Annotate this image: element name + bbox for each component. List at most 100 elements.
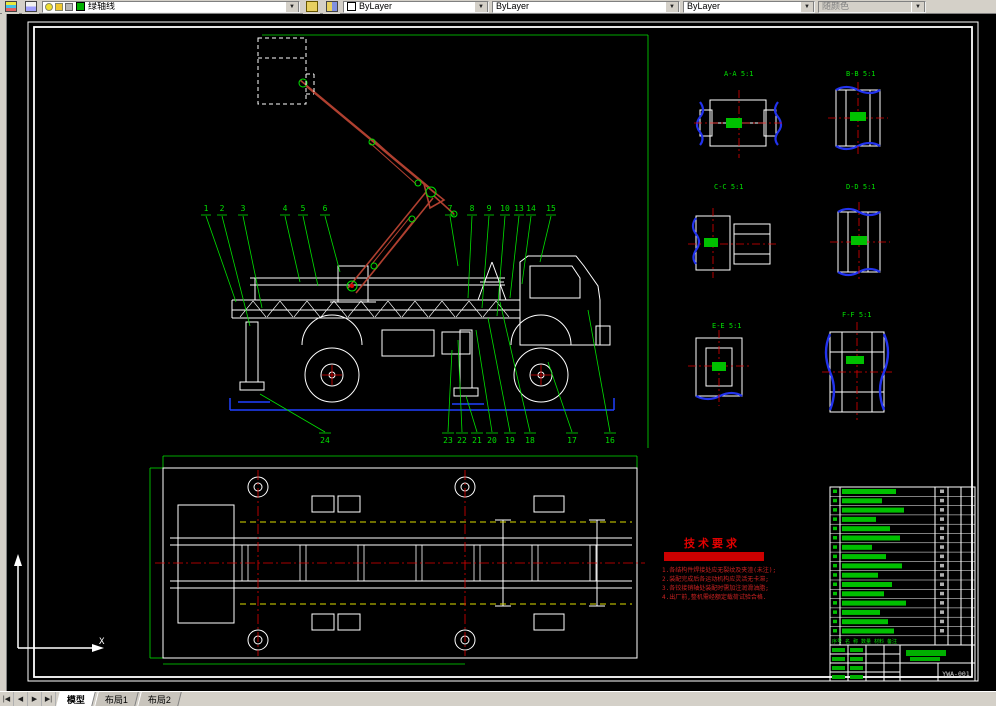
section-view-ee: E-E 5:1 [688,322,750,406]
svg-text:15: 15 [546,204,556,213]
callouts-bottom: 24 23 22 21 20 19 18 17 16 [259,301,616,445]
plotstyle-combo: 随颜色 ▼ [818,0,926,13]
tech-line-1: 1.各结构件焊接处应无裂纹及夹渣(未注); [662,566,776,574]
svg-text:5: 5 [301,204,306,213]
layer-freeze-icon [55,2,63,11]
color-swatch [347,2,356,11]
section-label-ff: F-F 5:1 [842,311,872,319]
layer-sheet-icon [24,1,37,12]
tech-underline-bar [664,552,764,561]
bom-grid [830,489,975,637]
drawing-canvas[interactable]: X 1 2 3 4 5 6 7 8 9 10 13 14 15 24 23 22… [0,14,996,691]
lineweight-combo-arrow-icon[interactable]: ▼ [800,1,814,12]
linetype-combo-value: ByLayer [496,1,530,12]
ground-lines [229,398,615,411]
section-label-dd: D-D 5:1 [846,183,876,191]
section-view-aa: A-A 5:1 [694,70,784,158]
layer-combo-arrow-icon[interactable]: ▼ [285,1,299,12]
layer-states-icon[interactable] [22,0,39,14]
dimension-lines [149,34,649,665]
lineweight-combo[interactable]: ByLayer ▼ [683,0,815,13]
layer-lock-icon [65,2,73,11]
tech-title: 技术要求 [684,536,740,550]
plotstyle-combo-arrow-icon: ▼ [911,1,925,12]
tab-layout1[interactable]: 布局1 [94,692,139,706]
section-label-ee: E-E 5:1 [712,322,742,330]
plotstyle-combo-value: 随颜色 [822,1,850,12]
cad-application: 绿轴线 ▼ ByLayer ▼ ByLayer ▼ ByLayer ▼ 随颜色 … [0,0,996,706]
bom-table: 序号 名 称 数量 材料 备注 [829,486,976,646]
section-view-bb: B-B 5:1 [828,70,888,156]
color-combo-value: ByLayer [359,1,393,12]
section-label-bb: B-B 5:1 [846,70,876,78]
drawing-number: YWA-001 [942,670,969,678]
previous-layer-icon [325,1,338,12]
svg-text:4: 4 [283,204,288,213]
section-label-aa: A-A 5:1 [724,70,754,78]
layer-properties-icon[interactable] [2,0,19,14]
layout-tab-bar: |◀ ◀ ▶ ▶| 模型 布局1 布局2 [0,691,996,706]
section-view-dd: D-D 5:1 [830,183,890,282]
linetype-combo[interactable]: ByLayer ▼ [492,0,680,13]
tab-model-label: 模型 [67,694,86,705]
tech-line-4: 4.出厂前,整机需经额定载荷试验合格. [662,593,766,601]
tech-line-2: 2.装配完成后各运动机构应灵活无卡滞; [662,575,769,583]
layer-combo-value: 绿轴线 [88,1,116,12]
svg-text:2: 2 [220,204,225,213]
tech-line-3: 3.各铰接销轴处装配时需加注润滑油脂; [662,584,769,592]
svg-text:3: 3 [241,204,246,213]
current-layer-icon [305,1,318,12]
layer-previous-icon[interactable] [323,0,340,14]
ucs-x-label: X [99,637,105,647]
section-view-cc: C-C 5:1 [688,183,778,278]
truck-plan-view [155,467,645,659]
svg-text:24: 24 [320,436,330,445]
svg-text:6: 6 [323,204,328,213]
tab-model[interactable]: 模型 [56,692,96,706]
svg-text:9: 9 [487,204,492,213]
layer-combo[interactable]: 绿轴线 ▼ [42,0,300,13]
layer-color-swatch [76,2,85,11]
svg-text:1: 1 [204,204,209,213]
svg-text:21: 21 [472,436,482,445]
svg-text:18: 18 [525,436,535,445]
top-toolbar: 绿轴线 ▼ ByLayer ▼ ByLayer ▼ ByLayer ▼ 随颜色 … [0,0,996,14]
bed-truss [239,300,510,318]
color-combo-arrow-icon[interactable]: ▼ [474,1,488,12]
section-label-cc: C-C 5:1 [714,183,744,191]
svg-text:14: 14 [526,204,536,213]
tab-layout1-label: 布局1 [105,694,129,705]
tab-last-icon[interactable]: ▶| [42,692,56,706]
truck-side-view [231,255,611,403]
tab-layout2-label: 布局2 [148,694,172,705]
boom-assembly [298,78,458,303]
tab-bar-filler [180,692,996,706]
bom-header: 序号 名 称 数量 材料 备注 [832,638,897,645]
tab-next-icon[interactable]: ▶ [28,692,42,706]
linetype-combo-arrow-icon[interactable]: ▼ [665,1,679,12]
drawing-viewport[interactable]: X 1 2 3 4 5 6 7 8 9 10 13 14 15 24 23 22… [0,14,996,691]
svg-text:17: 17 [567,436,577,445]
layers-stack-icon [4,1,17,12]
lineweight-combo-value: ByLayer [687,1,721,12]
title-block: YWA-001 [829,644,976,682]
svg-text:19: 19 [505,436,515,445]
section-view-ff: F-F 5:1 [822,311,892,420]
svg-text:8: 8 [470,204,475,213]
work-bucket [257,37,315,105]
svg-text:7: 7 [448,204,453,213]
svg-text:23: 23 [443,436,453,445]
tab-layout2[interactable]: 布局2 [137,692,182,706]
layer-on-icon [45,2,53,11]
tab-first-icon[interactable]: |◀ [0,692,14,706]
color-combo[interactable]: ByLayer ▼ [343,0,489,13]
tab-prev-icon[interactable]: ◀ [14,692,28,706]
svg-text:22: 22 [457,436,467,445]
make-layer-current-icon[interactable] [303,0,320,14]
svg-text:16: 16 [605,436,615,445]
svg-text:13: 13 [514,204,524,213]
tech-requirements: 技术要求 1.各结构件焊接处应无裂纹及夹渣(未注); 2.装配完成后各运动机构应… [662,536,776,601]
left-dock-strip [0,14,7,691]
svg-text:10: 10 [500,204,510,213]
svg-text:20: 20 [487,436,497,445]
